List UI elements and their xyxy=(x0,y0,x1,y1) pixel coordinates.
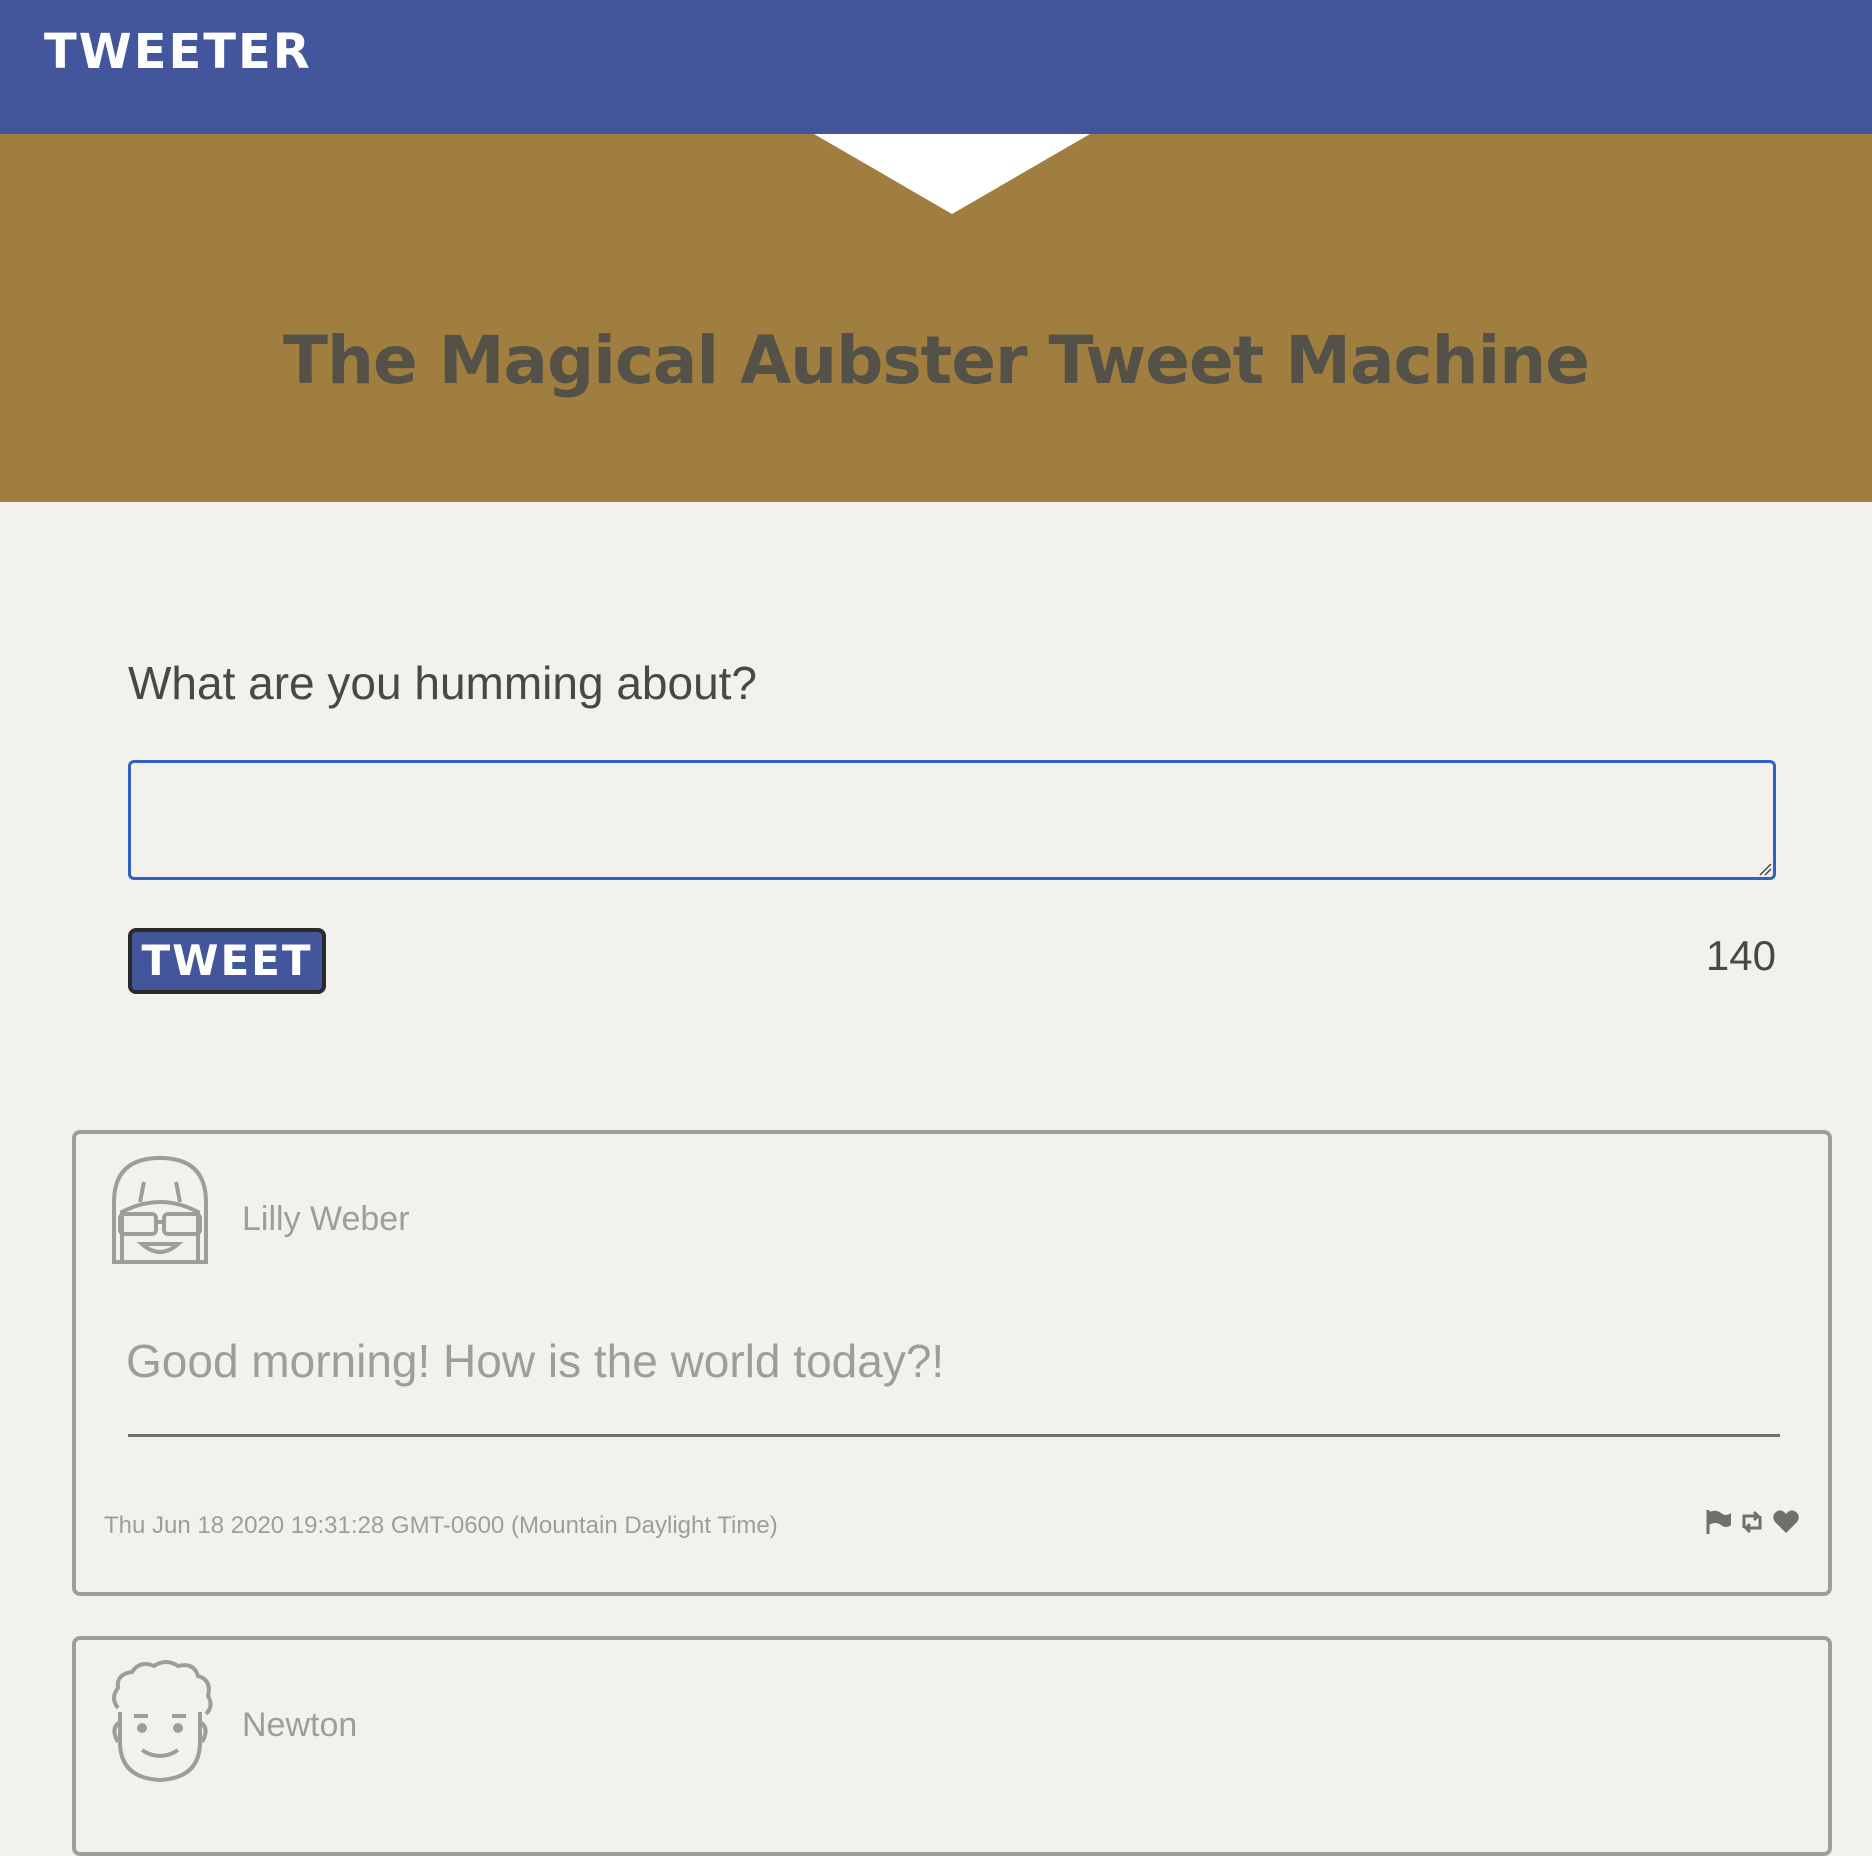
page-title: The Magical Aubster Tweet Machine xyxy=(282,322,1590,399)
tweet-card: Lilly Weber Good morning! How is the wor… xyxy=(72,1130,1832,1596)
brand-logo[interactable]: TWEETER xyxy=(44,24,312,80)
compose-label: What are you humming about? xyxy=(128,657,758,709)
down-arrow-icon xyxy=(814,134,1090,214)
top-navbar: TWEETER xyxy=(0,0,1872,134)
tweet-button[interactable]: TWEET xyxy=(128,928,326,994)
hero-banner: The Magical Aubster Tweet Machine xyxy=(0,134,1872,502)
retweet-icon[interactable] xyxy=(1738,1508,1766,1536)
tweet-timestamp: Thu Jun 18 2020 19:31:28 GMT-0600 (Mount… xyxy=(104,1512,778,1539)
avatar-curly-icon xyxy=(112,1660,213,1783)
tweet-input[interactable] xyxy=(128,760,1776,880)
tweet-divider xyxy=(128,1434,1780,1437)
tweet-text: Good morning! How is the world today?! xyxy=(126,1335,945,1387)
flag-icon[interactable] xyxy=(1704,1508,1732,1536)
tweet-card: Newton xyxy=(72,1636,1832,1856)
heart-icon[interactable] xyxy=(1772,1508,1800,1536)
tweet-author: Newton xyxy=(242,1706,358,1744)
tweet-author: Lilly Weber xyxy=(242,1200,410,1238)
tweet-actions xyxy=(1704,1508,1800,1536)
resize-grip-icon[interactable] xyxy=(1756,860,1772,876)
character-counter: 140 xyxy=(1705,932,1776,979)
avatar-glasses-icon xyxy=(112,1155,208,1264)
